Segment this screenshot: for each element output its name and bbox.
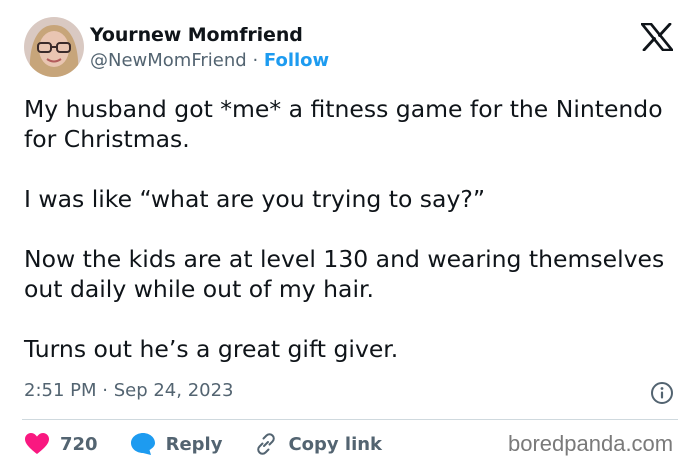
separator: ·	[252, 50, 259, 71]
reply-bubble-icon	[130, 433, 155, 455]
reply-label: Reply	[165, 433, 223, 455]
tweet-paragraph: Now the kids are at level 130 and wearin…	[24, 245, 665, 303]
copy-link-label: Copy link	[288, 433, 383, 455]
tweet-paragraph: Turns out he’s a great gift giver.	[24, 335, 399, 363]
like-count: 720	[60, 433, 98, 455]
action-bar: 720 Reply Copy link	[24, 430, 414, 458]
watermark: boredpanda.com	[508, 431, 674, 456]
handle-row: @NewMomFriend · Follow	[90, 50, 329, 71]
display-name[interactable]: Yournew Momfriend	[90, 24, 303, 46]
tweet-paragraph: I was like “what are you trying to say?”	[24, 185, 486, 213]
x-logo-icon[interactable]	[640, 22, 674, 52]
heart-icon	[25, 433, 49, 454]
timestamp[interactable]: 2:51 PM · Sep 24, 2023	[24, 380, 234, 401]
link-icon	[257, 433, 276, 455]
reply-button[interactable]: Reply	[130, 432, 223, 456]
follow-button[interactable]: Follow	[264, 50, 329, 71]
tweet-text: My husband got *me* a fitness game for t…	[24, 94, 674, 394]
info-icon[interactable]	[650, 381, 674, 405]
tweet-paragraph: My husband got *me* a fitness game for t…	[24, 95, 663, 153]
copy-link-button[interactable]: Copy link	[254, 432, 382, 456]
handle[interactable]: @NewMomFriend	[90, 50, 247, 71]
like-button[interactable]: 720	[24, 432, 98, 456]
avatar[interactable]	[24, 17, 84, 77]
divider	[22, 419, 678, 420]
